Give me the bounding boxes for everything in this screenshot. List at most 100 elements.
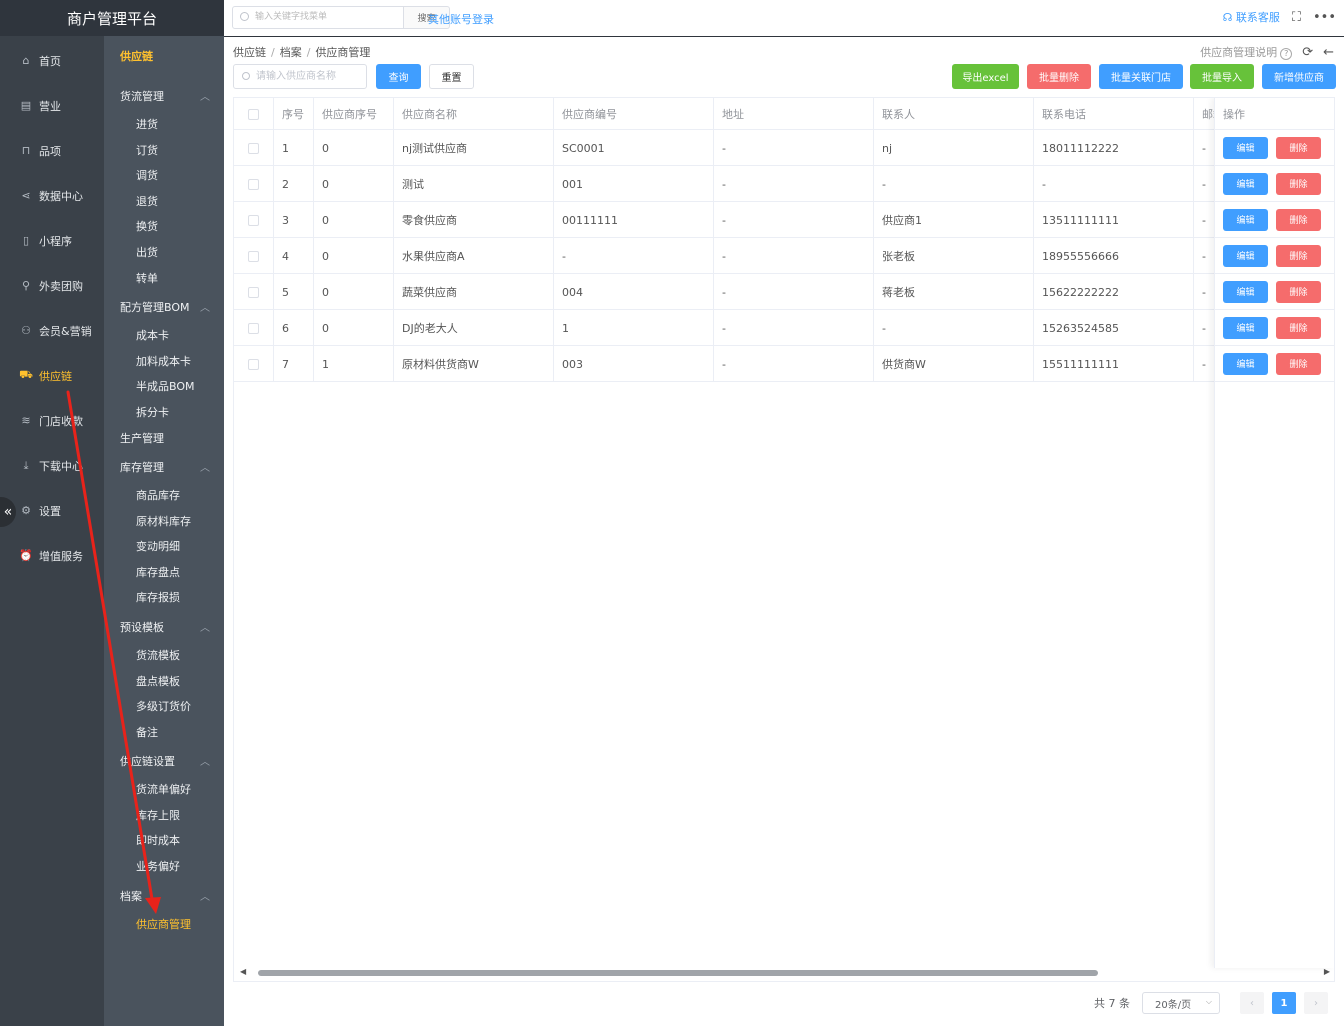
menu-group[interactable]: 货流管理 [120, 88, 164, 104]
page-number-button[interactable]: 1 [1272, 992, 1296, 1014]
chevron-up-icon[interactable]: ︿ [200, 619, 210, 634]
nav-item[interactable]: ▯ 小程序 [0, 218, 104, 263]
select-all-checkbox[interactable] [248, 108, 259, 120]
edit-button[interactable]: 编辑 [1223, 316, 1268, 339]
help-link[interactable]: 供应商管理说明? [1200, 44, 1293, 60]
menu-item[interactable]: 盘点模板 [136, 673, 180, 689]
edit-button[interactable]: 编辑 [1223, 172, 1268, 195]
delete-button[interactable]: 删除 [1276, 208, 1321, 231]
delete-button[interactable]: 删除 [1276, 244, 1321, 267]
menu-item[interactable]: 业务偏好 [136, 858, 180, 874]
menu-group[interactable]: 库存管理 [120, 459, 164, 475]
edit-button[interactable]: 编辑 [1223, 244, 1268, 267]
delete-button[interactable]: 删除 [1276, 172, 1321, 195]
menu-item[interactable]: 货流单偏好 [136, 781, 191, 797]
export-excel-button[interactable]: 导出excel [952, 64, 1019, 89]
menu-item[interactable]: 加料成本卡 [136, 353, 191, 369]
menu-group[interactable]: 配方管理BOM [120, 299, 190, 315]
reset-button[interactable]: 重置 [429, 64, 474, 89]
scrollbar-thumb[interactable] [258, 970, 1098, 976]
nav-item[interactable]: ⛟ 供应链 [0, 353, 104, 398]
edit-button[interactable]: 编辑 [1223, 352, 1268, 375]
batch-import-button[interactable]: 批量导入 [1190, 64, 1254, 89]
delete-button[interactable]: 删除 [1276, 352, 1321, 375]
menu-item[interactable]: 拆分卡 [136, 404, 169, 420]
nav-item[interactable]: ⤓ 下载中心 [0, 443, 104, 488]
back-arrow-icon[interactable]: ← [1323, 45, 1334, 60]
nav-item[interactable]: ⊓ 品项 [0, 128, 104, 173]
chevron-up-icon[interactable]: ︿ [200, 459, 210, 474]
nav-item[interactable]: ⋖ 数据中心 [0, 173, 104, 218]
delete-button[interactable]: 删除 [1276, 280, 1321, 303]
supplier-name-input[interactable]: 请输入供应商名称 [233, 64, 367, 89]
refresh-icon[interactable]: ⟳ [1302, 45, 1313, 60]
operations-cell: 编辑 删除 [1215, 346, 1334, 382]
menu-item[interactable]: 货流模板 [136, 647, 180, 663]
menu-item[interactable]: 供应商管理 [136, 916, 191, 932]
menu-item[interactable]: 换货 [136, 218, 158, 234]
nav-item[interactable]: ▤ 营业 [0, 83, 104, 128]
nav-item[interactable]: ≋ 门店收款 [0, 398, 104, 443]
page-size-select[interactable]: 20条/页 ⌵ [1142, 992, 1220, 1014]
row-checkbox[interactable] [248, 178, 259, 190]
contact-service-link[interactable]: ☊ 联系客服 [1223, 9, 1280, 25]
other-account-login-link[interactable]: 其他账号登录 [428, 11, 494, 27]
menu-item[interactable]: 转单 [136, 270, 158, 286]
nav-item[interactable]: ⚲ 外卖团购 [0, 263, 104, 308]
menu-item[interactable]: 半成品BOM [136, 378, 195, 394]
menu-item[interactable]: 库存上限 [136, 807, 180, 823]
fullscreen-icon[interactable]: ⛶ [1292, 10, 1301, 25]
scroll-right-icon[interactable]: ▶ [1324, 967, 1330, 976]
row-checkbox[interactable] [248, 250, 259, 262]
query-button[interactable]: 查询 [376, 64, 421, 89]
delete-button[interactable]: 删除 [1276, 316, 1321, 339]
next-page-button[interactable]: › [1304, 992, 1328, 1014]
menu-item[interactable]: 多级订货价 [136, 698, 191, 714]
column-header: 供应商序号 [314, 98, 394, 130]
menu-item[interactable]: 调货 [136, 167, 158, 183]
menu-item[interactable]: 原材料库存 [136, 513, 191, 529]
horizontal-scrollbar[interactable]: ◀ ▶ [240, 967, 1330, 977]
edit-button[interactable]: 编辑 [1223, 280, 1268, 303]
chevron-up-icon[interactable]: ︿ [200, 753, 210, 768]
breadcrumb-item[interactable]: 供应链 [233, 46, 266, 59]
nav-item[interactable]: ⏰ 增值服务 [0, 533, 104, 578]
delete-button[interactable]: 删除 [1276, 136, 1321, 159]
edit-button[interactable]: 编辑 [1223, 136, 1268, 159]
menu-item[interactable]: 订货 [136, 142, 158, 158]
menu-item[interactable]: 成本卡 [136, 327, 169, 343]
menu-item[interactable]: 库存盘点 [136, 564, 180, 580]
nav-item[interactable]: ⌂ 首页 [0, 38, 104, 83]
row-checkbox[interactable] [248, 322, 259, 334]
batch-delete-button[interactable]: 批量删除 [1027, 64, 1091, 89]
chevron-up-icon[interactable]: ︿ [200, 88, 210, 103]
menu-item[interactable]: 备注 [136, 724, 158, 740]
menu-item[interactable]: 进货 [136, 116, 158, 132]
menu-item[interactable]: 变动明细 [136, 538, 180, 554]
menu-item[interactable]: 商品库存 [136, 487, 180, 503]
chevron-up-icon[interactable]: ︿ [200, 888, 210, 903]
menu-group[interactable]: 档案 [120, 888, 142, 904]
menu-item[interactable]: 出货 [136, 244, 158, 260]
add-supplier-button[interactable]: 新增供应商 [1262, 64, 1336, 89]
row-checkbox[interactable] [248, 214, 259, 226]
menu-item[interactable]: 退货 [136, 193, 158, 209]
prev-page-button[interactable]: ‹ [1240, 992, 1264, 1014]
edit-button[interactable]: 编辑 [1223, 208, 1268, 231]
menu-group[interactable]: 生产管理 [120, 430, 164, 446]
menu-item[interactable]: 即时成本 [136, 832, 180, 848]
batch-link-store-button[interactable]: 批量关联门店 [1099, 64, 1183, 89]
more-icon[interactable]: ••• [1313, 10, 1336, 25]
row-checkbox[interactable] [248, 358, 259, 370]
row-checkbox[interactable] [248, 286, 259, 298]
menu-group[interactable]: 预设模板 [120, 619, 164, 635]
breadcrumb-item[interactable]: 档案 [280, 46, 302, 59]
menu-item[interactable]: 库存报损 [136, 589, 180, 605]
chevron-up-icon[interactable]: ︿ [200, 299, 210, 314]
scroll-left-icon[interactable]: ◀ [240, 967, 246, 976]
menu-group[interactable]: 供应链设置 [120, 753, 175, 769]
nav-item[interactable]: ⚇ 会员&营销 [0, 308, 104, 353]
table-cell: nj [874, 130, 1034, 166]
row-checkbox[interactable] [248, 142, 259, 154]
menu-search-input[interactable]: 输入关键字找菜单 [232, 6, 404, 29]
